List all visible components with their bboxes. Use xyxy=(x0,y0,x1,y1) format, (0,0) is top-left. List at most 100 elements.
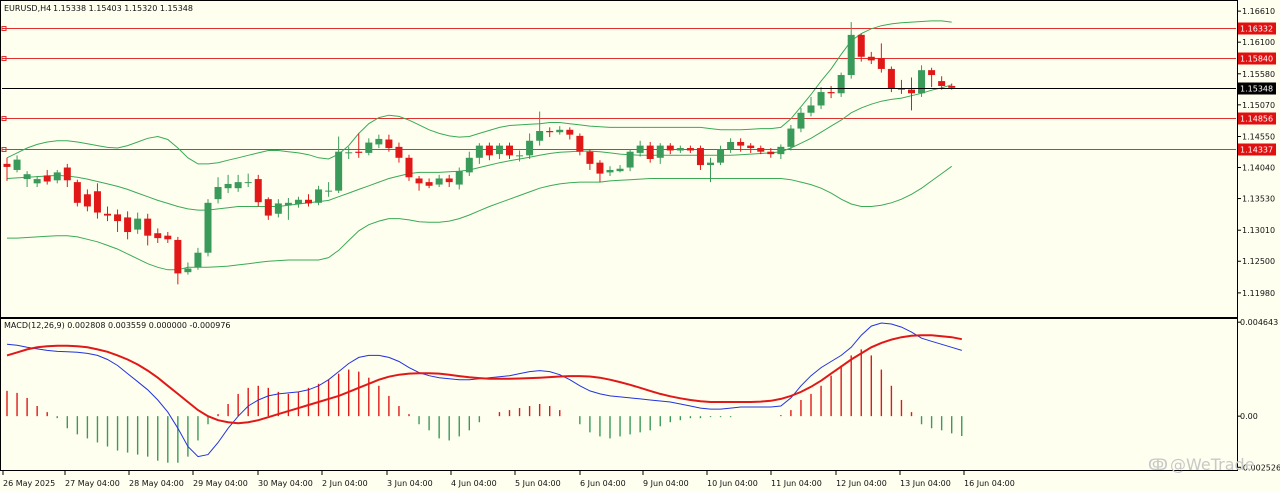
candle-body xyxy=(214,186,222,200)
candle xyxy=(234,174,242,192)
candle xyxy=(114,209,122,233)
candle-body xyxy=(797,112,805,129)
candle xyxy=(335,136,343,194)
price-axis-label: 1.13530 xyxy=(1242,195,1275,204)
candle xyxy=(918,65,926,97)
candle xyxy=(526,133,534,159)
candle-body xyxy=(526,140,534,156)
candle xyxy=(586,149,594,170)
macd-header: MACD(12,26,9) 0.002808 0.003559 0.000000… xyxy=(4,321,231,330)
candle xyxy=(164,232,172,243)
candle xyxy=(636,140,644,157)
candle-body xyxy=(696,148,704,166)
price-axis-label: 1.13010 xyxy=(1242,226,1275,235)
chart-canvas[interactable]: 1.16332 1.15840 1.14856 1.14337 1.15348 1.1… xyxy=(0,0,1280,492)
candle-body xyxy=(717,149,725,163)
candle xyxy=(827,85,835,99)
candle-body xyxy=(445,178,453,183)
candle-body xyxy=(284,202,292,206)
candle xyxy=(214,177,222,204)
candle-body xyxy=(918,70,926,94)
candle-body xyxy=(546,131,554,133)
candle-body xyxy=(124,217,132,233)
candle xyxy=(244,173,252,187)
candle xyxy=(606,166,614,177)
time-axis-label: 30 May 04:00 xyxy=(258,479,313,488)
candle xyxy=(696,145,704,170)
candle xyxy=(93,183,101,219)
candle-body xyxy=(315,189,323,203)
time-axis-label: 26 May 2025 xyxy=(3,479,55,488)
candle xyxy=(686,145,694,153)
price-axis-label: 1.15070 xyxy=(1242,101,1275,110)
candle-body xyxy=(294,199,302,205)
macd-histogram-layer xyxy=(6,349,963,463)
candle xyxy=(144,213,152,246)
candle xyxy=(727,138,735,153)
candle-body xyxy=(134,218,142,230)
candle xyxy=(475,143,483,164)
candle-body xyxy=(707,162,714,166)
candle-body xyxy=(405,157,413,178)
time-axis-label: 6 Jun 04:00 xyxy=(580,479,626,488)
candle xyxy=(626,149,634,172)
candle-body xyxy=(656,145,664,158)
candle xyxy=(807,96,815,117)
candle xyxy=(817,87,825,110)
candle xyxy=(325,182,333,197)
watermark-icon: ↂ xyxy=(1148,455,1168,474)
candle xyxy=(395,142,403,163)
candle xyxy=(908,77,915,111)
candle-body xyxy=(576,135,584,152)
candle xyxy=(284,197,292,220)
candle-body xyxy=(485,145,493,156)
candle-body xyxy=(244,182,252,184)
candle-body xyxy=(616,168,624,172)
macd-axis-label: 0.00 xyxy=(1240,412,1258,421)
candle-body xyxy=(536,131,544,141)
candle-body xyxy=(23,174,31,180)
candle xyxy=(656,143,664,164)
candle xyxy=(174,236,182,285)
candle-body xyxy=(425,182,433,186)
time-axis-label: 2 Jun 04:00 xyxy=(322,479,368,488)
candle-body xyxy=(114,214,122,222)
time-axis-label: 16 Jun 04:00 xyxy=(964,479,1015,488)
candle xyxy=(294,196,302,208)
candle-body xyxy=(636,145,644,153)
price-tag-label: 1.15840 xyxy=(1240,55,1273,64)
candle xyxy=(425,178,433,189)
time-axis-label: 29 May 04:00 xyxy=(193,479,248,488)
candle xyxy=(837,72,845,97)
price-axis-label: 1.11980 xyxy=(1242,289,1275,298)
candle xyxy=(877,43,885,73)
candle-body xyxy=(727,141,735,150)
chart-header-symbol: EURUSD,H4 xyxy=(4,4,51,13)
trading-chart[interactable]: 1.16332 1.15840 1.14856 1.14337 1.15348 1.1… xyxy=(0,0,1280,492)
candle-body xyxy=(174,239,182,274)
time-axis-label: 11 Jun 04:00 xyxy=(771,479,822,488)
candle-body xyxy=(506,145,513,156)
candle xyxy=(556,126,564,135)
candle-body xyxy=(606,169,614,173)
candle xyxy=(104,206,111,222)
candle-body xyxy=(827,92,835,94)
candle xyxy=(938,76,946,90)
candle xyxy=(43,169,51,185)
candle xyxy=(3,157,11,181)
candle xyxy=(53,169,61,184)
candle xyxy=(365,138,373,156)
time-axis-label: 13 Jun 04:00 xyxy=(900,479,951,488)
candle xyxy=(375,134,383,149)
candle-body xyxy=(626,151,634,168)
candle xyxy=(596,160,604,183)
macd-axis: 0.0046430.00-0.002526 xyxy=(1237,318,1280,472)
candle-body xyxy=(948,85,956,88)
time-axis-label: 4 Jun 04:00 xyxy=(451,479,497,488)
candle-body xyxy=(777,146,785,155)
macd-pane-frame xyxy=(0,318,1238,471)
candle-body xyxy=(465,157,473,173)
candle-body xyxy=(938,81,946,86)
candle-body xyxy=(93,191,101,213)
candle-body xyxy=(847,34,855,76)
